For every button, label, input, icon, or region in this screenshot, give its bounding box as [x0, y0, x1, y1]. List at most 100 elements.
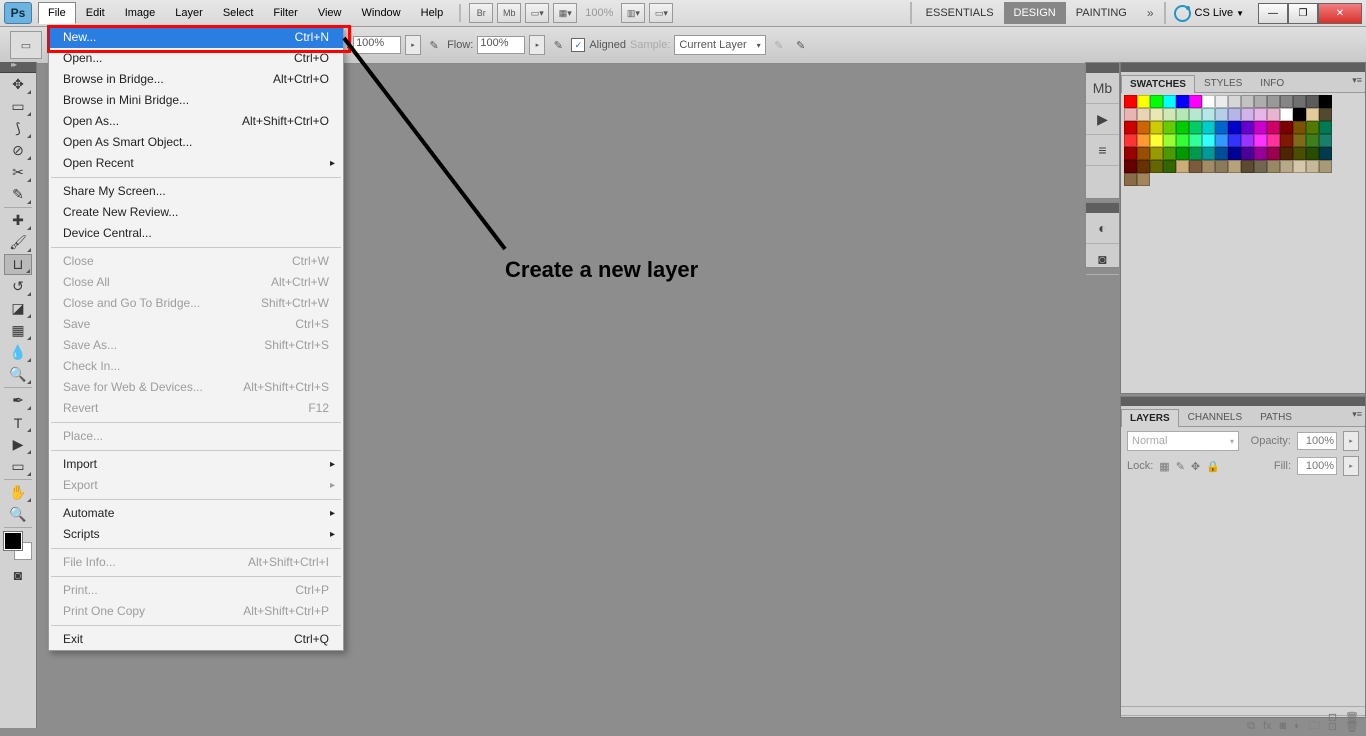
swatch[interactable]: [1267, 121, 1280, 134]
swatch[interactable]: [1319, 147, 1332, 160]
window-restore-button[interactable]: ❐: [1288, 3, 1318, 24]
history-dock-icon[interactable]: ▶: [1086, 104, 1119, 135]
pressure-size-icon[interactable]: ✎: [792, 36, 810, 54]
swatch[interactable]: [1280, 121, 1293, 134]
menu-edit[interactable]: Edit: [76, 2, 115, 24]
swatch[interactable]: [1306, 108, 1319, 121]
zoom-tool[interactable]: 🔍: [4, 504, 32, 525]
swatch[interactable]: [1293, 95, 1306, 108]
screen-icon[interactable]: ▭▾: [649, 3, 673, 23]
swatch[interactable]: [1163, 147, 1176, 160]
hand-tool[interactable]: ✋: [4, 482, 32, 503]
menu-item[interactable]: Open As...Alt+Shift+Ctrl+O: [49, 111, 343, 132]
swatch[interactable]: [1280, 147, 1293, 160]
swatch[interactable]: [1189, 108, 1202, 121]
swatch[interactable]: [1124, 134, 1137, 147]
swatch[interactable]: [1280, 134, 1293, 147]
swatch[interactable]: [1215, 95, 1228, 108]
menu-filter[interactable]: Filter: [263, 2, 307, 24]
swatch[interactable]: [1137, 95, 1150, 108]
menu-item[interactable]: Import: [49, 454, 343, 475]
swatch[interactable]: [1228, 160, 1241, 173]
swatch[interactable]: [1293, 134, 1306, 147]
swatch[interactable]: [1202, 108, 1215, 121]
pressure-opacity-icon[interactable]: ✎: [425, 36, 443, 54]
lock-position-icon[interactable]: ✥: [1191, 460, 1200, 473]
tab-swatches[interactable]: SWATCHES: [1121, 75, 1195, 93]
opacity-input[interactable]: 100%: [353, 36, 401, 54]
swatch[interactable]: [1254, 95, 1267, 108]
swatch[interactable]: [1163, 134, 1176, 147]
menu-layer[interactable]: Layer: [165, 2, 213, 24]
new-swatch-icon[interactable]: ⊡: [1328, 711, 1337, 724]
swatch[interactable]: [1319, 108, 1332, 121]
swatch[interactable]: [1254, 134, 1267, 147]
swatch[interactable]: [1163, 121, 1176, 134]
menu-item[interactable]: Device Central...: [49, 223, 343, 244]
swatch[interactable]: [1124, 95, 1137, 108]
swatch[interactable]: [1202, 147, 1215, 160]
swatch[interactable]: [1267, 95, 1280, 108]
bridge-icon[interactable]: Br: [469, 3, 493, 23]
view-extras-icon[interactable]: ▦▾: [553, 3, 577, 23]
tab-channels[interactable]: CHANNELS: [1179, 408, 1251, 426]
sample-select[interactable]: Current Layer: [674, 35, 765, 55]
panel-menu-icon[interactable]: ▾≡: [1352, 75, 1362, 86]
window-minimize-button[interactable]: —: [1258, 3, 1288, 24]
swatch[interactable]: [1241, 134, 1254, 147]
lock-transparency-icon[interactable]: ▦: [1159, 460, 1169, 473]
swatch[interactable]: [1163, 160, 1176, 173]
swatch[interactable]: [1137, 160, 1150, 173]
swatch[interactable]: [1215, 108, 1228, 121]
swatch[interactable]: [1124, 147, 1137, 160]
menu-select[interactable]: Select: [213, 2, 264, 24]
history-brush-tool[interactable]: ↺: [4, 276, 32, 297]
swatch[interactable]: [1150, 121, 1163, 134]
layer-opacity-dropdown[interactable]: ▸: [1343, 431, 1359, 451]
swatch[interactable]: [1306, 95, 1319, 108]
swatch[interactable]: [1319, 134, 1332, 147]
swatches-grid[interactable]: [1121, 93, 1365, 188]
swatch[interactable]: [1176, 134, 1189, 147]
marquee-tool[interactable]: ▭: [4, 96, 32, 117]
swatch[interactable]: [1137, 134, 1150, 147]
menu-item[interactable]: Browse in Mini Bridge...: [49, 90, 343, 111]
window-close-button[interactable]: ✕: [1318, 3, 1362, 24]
brush-tool[interactable]: 🖌: [4, 232, 32, 253]
swatch[interactable]: [1267, 108, 1280, 121]
move-tool[interactable]: ✥: [4, 74, 32, 95]
fill-input[interactable]: 100%: [1297, 457, 1337, 475]
gradient-tool[interactable]: ▦: [4, 320, 32, 341]
menu-item[interactable]: Open Recent: [49, 153, 343, 174]
menu-item[interactable]: ExitCtrl+Q: [49, 629, 343, 650]
swatch[interactable]: [1306, 134, 1319, 147]
swatch[interactable]: [1124, 108, 1137, 121]
clone-stamp-tool[interactable]: ⊔: [4, 254, 32, 275]
swatch[interactable]: [1176, 121, 1189, 134]
opacity-dropdown[interactable]: ▸: [405, 35, 421, 55]
lasso-tool[interactable]: ⟆: [4, 118, 32, 139]
swatch[interactable]: [1228, 134, 1241, 147]
swatch[interactable]: [1254, 147, 1267, 160]
ignore-adjustment-icon[interactable]: ✎: [770, 36, 788, 54]
airbrush-icon[interactable]: ✎: [549, 36, 567, 54]
flow-dropdown[interactable]: ▸: [529, 35, 545, 55]
blend-mode-select[interactable]: Normal: [1127, 431, 1239, 451]
swatch[interactable]: [1124, 173, 1137, 186]
workspace-painting[interactable]: PAINTING: [1066, 2, 1137, 24]
swatch[interactable]: [1137, 121, 1150, 134]
tab-styles[interactable]: STYLES: [1195, 74, 1251, 92]
swatch[interactable]: [1124, 121, 1137, 134]
swatch[interactable]: [1241, 108, 1254, 121]
swatch[interactable]: [1202, 95, 1215, 108]
cslive-button[interactable]: CS Live▼: [1166, 5, 1252, 22]
swatch[interactable]: [1306, 160, 1319, 173]
tab-layers[interactable]: LAYERS: [1121, 409, 1179, 427]
swatch[interactable]: [1189, 160, 1202, 173]
swatch[interactable]: [1293, 160, 1306, 173]
tab-info[interactable]: INFO: [1251, 74, 1293, 92]
eyedropper-tool[interactable]: ✎: [4, 184, 32, 205]
delete-swatch-icon[interactable]: 🗑: [1345, 711, 1359, 724]
swatch[interactable]: [1150, 108, 1163, 121]
menu-item[interactable]: Open...Ctrl+O: [49, 48, 343, 69]
